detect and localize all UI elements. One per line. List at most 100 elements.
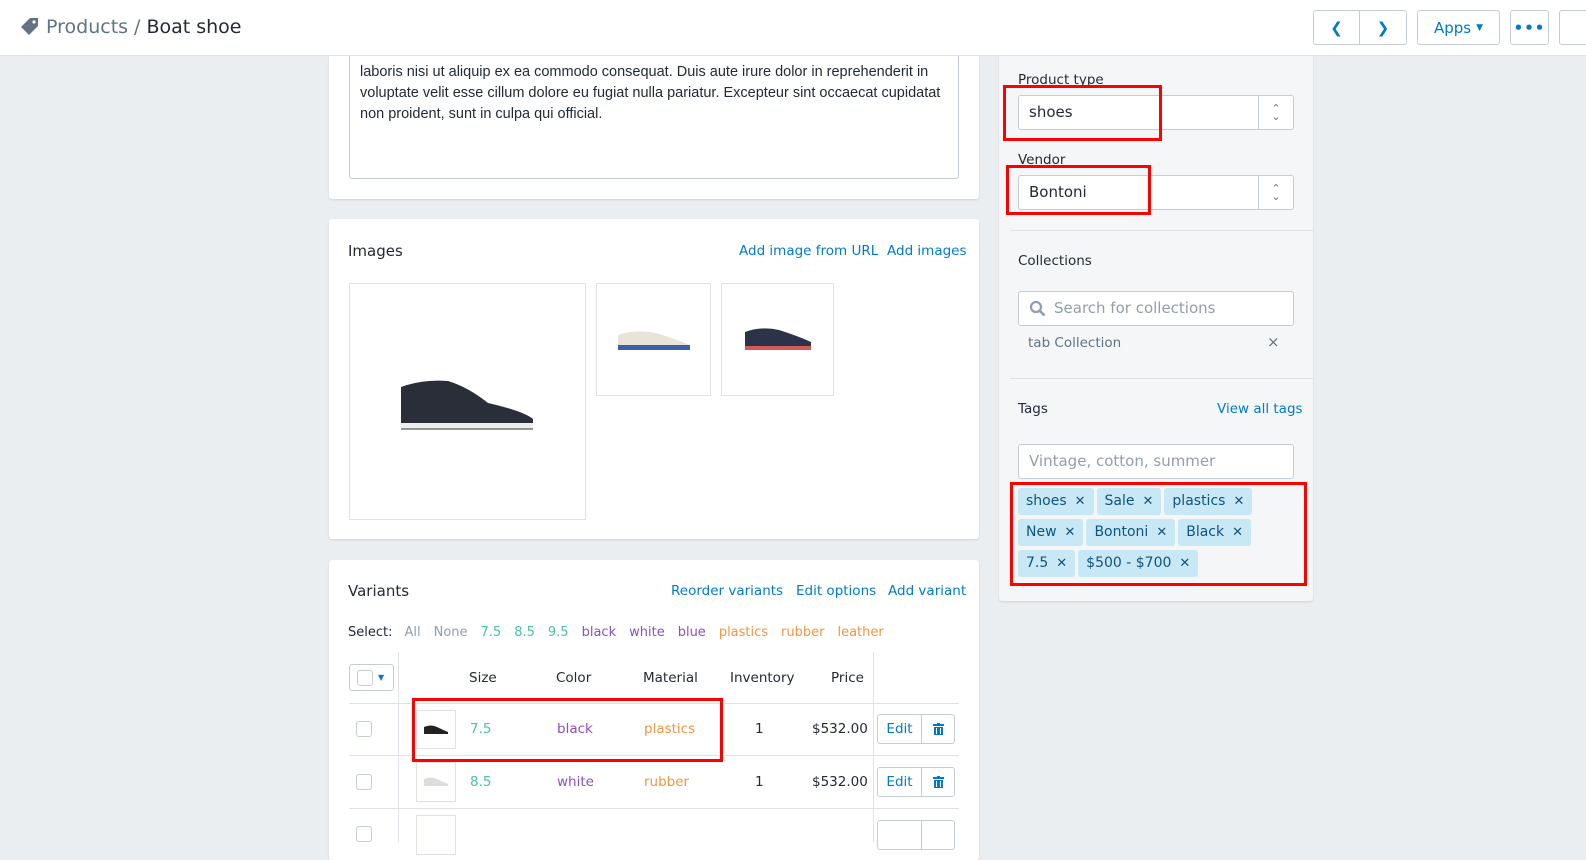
variant-thumbnail bbox=[416, 815, 456, 855]
tag-label: 7.5 bbox=[1026, 555, 1049, 571]
search-icon bbox=[1029, 300, 1046, 317]
tag-chip: New ✕ bbox=[1018, 519, 1084, 546]
tag-chip: Bontoni ✕ bbox=[1086, 519, 1176, 546]
chevron-right-icon: ❯ bbox=[1376, 18, 1390, 37]
delete-variant-button[interactable] bbox=[922, 715, 954, 743]
ellipsis-icon: ••• bbox=[1513, 18, 1546, 37]
remove-tag-icon[interactable]: ✕ bbox=[1056, 550, 1067, 577]
remove-tag-icon[interactable]: ✕ bbox=[1179, 550, 1190, 577]
caret-down-icon: ▼ bbox=[1476, 22, 1484, 33]
select-size-9-5[interactable]: 9.5 bbox=[548, 625, 569, 640]
select-color-black[interactable]: black bbox=[582, 625, 617, 640]
remove-tag-icon[interactable]: ✕ bbox=[1233, 488, 1244, 515]
add-image-from-url-link[interactable]: Add image from URL bbox=[739, 243, 878, 259]
tags-placeholder: Vintage, cotton, summer bbox=[1029, 452, 1216, 470]
more-actions-button[interactable]: ••• bbox=[1510, 10, 1549, 45]
tags-label: Tags bbox=[1018, 401, 1048, 417]
select-color-white[interactable]: white bbox=[629, 625, 665, 640]
select-all[interactable]: All bbox=[404, 625, 420, 640]
shoe-image bbox=[617, 330, 690, 350]
variant-size: 8.5 bbox=[470, 774, 492, 790]
section-divider bbox=[1010, 230, 1313, 231]
previous-product-button[interactable]: ❮ bbox=[1313, 10, 1360, 45]
edit-variant-button[interactable]: Edit bbox=[878, 715, 922, 743]
apps-button[interactable]: Apps ▼ bbox=[1417, 10, 1500, 45]
remove-tag-icon[interactable]: ✕ bbox=[1156, 519, 1167, 546]
collections-search-input[interactable]: Search for collections bbox=[1018, 291, 1294, 326]
remove-tag-icon[interactable]: ✕ bbox=[1065, 519, 1076, 546]
tag-icon bbox=[21, 18, 38, 35]
delete-variant-button[interactable] bbox=[922, 821, 954, 849]
select-material-rubber[interactable]: rubber bbox=[781, 625, 824, 640]
variant-select-filter: Select: All None 7.5 8.5 9.5 black white… bbox=[348, 625, 884, 640]
variant-row-checkbox[interactable] bbox=[356, 721, 372, 737]
select-size-8-5[interactable]: 8.5 bbox=[514, 625, 535, 640]
collections-placeholder: Search for collections bbox=[1054, 299, 1216, 317]
column-divider bbox=[398, 652, 399, 842]
column-divider bbox=[873, 652, 874, 842]
select-material-leather[interactable]: leather bbox=[837, 625, 883, 640]
tag-chip: plastics ✕ bbox=[1164, 488, 1253, 515]
remove-tag-icon[interactable]: ✕ bbox=[1232, 519, 1243, 546]
edit-options-link[interactable]: Edit options bbox=[796, 583, 876, 599]
tag-chip: Black ✕ bbox=[1178, 519, 1252, 546]
remove-tag-icon[interactable]: ✕ bbox=[1143, 488, 1154, 515]
column-header-color: Color bbox=[556, 670, 592, 686]
view-all-tags-link[interactable]: View all tags bbox=[1217, 401, 1303, 417]
extra-button[interactable] bbox=[1559, 10, 1586, 45]
sort-arrows-icon: ⌃ ⌄ bbox=[1258, 96, 1293, 129]
select-color-blue[interactable]: blue bbox=[678, 625, 706, 640]
product-image-2[interactable] bbox=[596, 283, 711, 396]
remove-tag-icon[interactable]: ✕ bbox=[1075, 488, 1086, 515]
select-label: Select: bbox=[348, 625, 393, 640]
section-divider bbox=[1010, 378, 1313, 379]
variant-material: rubber bbox=[644, 774, 690, 790]
page-title: Boat shoe bbox=[146, 16, 242, 38]
variant-color: black bbox=[557, 721, 593, 737]
add-variant-link[interactable]: Add variant bbox=[888, 583, 966, 599]
product-image-main[interactable] bbox=[349, 283, 586, 520]
row-divider bbox=[349, 755, 959, 756]
add-images-link[interactable]: Add images bbox=[887, 243, 967, 259]
collections-label: Collections bbox=[1018, 253, 1092, 269]
select-none[interactable]: None bbox=[434, 625, 468, 640]
variant-inventory: 1 bbox=[755, 774, 764, 790]
reorder-variants-link[interactable]: Reorder variants bbox=[671, 583, 783, 599]
row-divider bbox=[349, 703, 959, 704]
shoe-image bbox=[744, 327, 811, 350]
variant-price: $532.00 bbox=[812, 721, 868, 737]
vendor-value: Bontoni bbox=[1029, 183, 1087, 201]
variant-size: 7.5 bbox=[470, 721, 492, 737]
edit-variant-button[interactable]: Edit bbox=[878, 768, 922, 796]
caret-down-icon: ▼ bbox=[378, 673, 385, 682]
shoe-image bbox=[424, 725, 448, 734]
select-all-checkbox[interactable] bbox=[357, 669, 373, 686]
breadcrumb-products-link[interactable]: Products bbox=[46, 16, 128, 38]
select-size-7-5[interactable]: 7.5 bbox=[481, 625, 502, 640]
bulk-select-dropdown[interactable]: ▼ bbox=[349, 664, 394, 691]
product-type-select[interactable]: shoes ⌃ ⌄ bbox=[1018, 95, 1294, 130]
column-header-inventory: Inventory bbox=[730, 670, 795, 686]
tag-label: $500 - $700 bbox=[1086, 555, 1172, 571]
shoe-image bbox=[424, 777, 448, 786]
variant-row-checkbox[interactable] bbox=[356, 774, 372, 790]
next-product-button[interactable]: ❯ bbox=[1359, 10, 1407, 45]
trash-icon bbox=[932, 776, 944, 788]
tag-list: shoes ✕ Sale ✕ plastics ✕ New ✕ Bontoni ✕ Bla… bbox=[1018, 488, 1298, 577]
variant-thumbnail bbox=[416, 762, 456, 802]
vendor-select[interactable]: Bontoni ⌃ ⌄ bbox=[1018, 175, 1294, 210]
collection-item: tab Collection bbox=[1028, 335, 1122, 351]
remove-collection-icon[interactable]: × bbox=[1267, 333, 1280, 351]
select-material-plastics[interactable]: plastics bbox=[719, 625, 768, 640]
apps-label: Apps bbox=[1433, 18, 1472, 37]
tags-input[interactable]: Vintage, cotton, summer bbox=[1018, 444, 1294, 479]
chevron-left-icon: ❮ bbox=[1330, 18, 1343, 37]
product-image-3[interactable] bbox=[721, 283, 834, 396]
description-editor[interactable]: laboris nisi ut aliquip ex ea commodo co… bbox=[349, 56, 959, 179]
variant-price: $532.00 bbox=[812, 774, 868, 790]
breadcrumb: Products / Boat shoe bbox=[20, 16, 242, 38]
edit-variant-button[interactable] bbox=[878, 821, 922, 849]
delete-variant-button[interactable] bbox=[922, 768, 954, 796]
trash-icon bbox=[932, 723, 944, 735]
variant-actions bbox=[877, 820, 955, 850]
